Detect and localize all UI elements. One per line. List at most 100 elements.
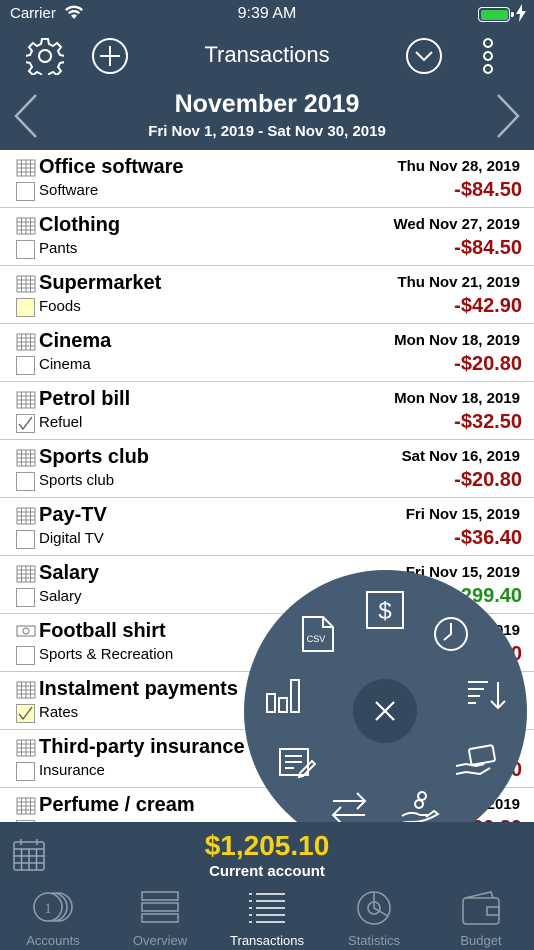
wallet-icon	[462, 891, 500, 925]
month-title: November 2019	[174, 90, 360, 118]
transaction-category: Salary	[39, 588, 82, 605]
transaction-date: Wed Nov 27, 2019	[393, 216, 520, 233]
charging-icon	[516, 4, 526, 22]
tab-budget[interactable]: Budget	[428, 884, 534, 950]
radial-action-menu: $ CSV	[244, 570, 527, 853]
transaction-amount: -$20.80	[454, 353, 522, 375]
transaction-date: Mon Nov 18, 2019	[394, 390, 520, 407]
reconciled-checkbox[interactable]	[16, 588, 35, 607]
transaction-title: Pay-TV	[39, 504, 107, 526]
account-name[interactable]: Current account	[0, 863, 534, 880]
recurring-calendar-icon	[16, 333, 36, 351]
transaction-title: Cinema	[39, 330, 112, 352]
transaction-category: Insurance	[39, 762, 105, 779]
clock-icon[interactable]	[432, 615, 470, 653]
tab-label: Statistics	[347, 933, 400, 948]
transaction-amount: -$36.40	[454, 527, 522, 549]
tab-transactions[interactable]: Transactions	[214, 884, 320, 950]
reconciled-checkbox[interactable]	[16, 356, 35, 375]
date-range: Fri Nov 1, 2019 - Sat Nov 30, 2019	[148, 123, 386, 140]
transaction-title: Petrol bill	[39, 388, 131, 410]
transaction-title: Perfume / cream	[39, 794, 195, 816]
transaction-category: Sports club	[39, 472, 115, 489]
reconciled-checkbox[interactable]	[16, 298, 35, 317]
transaction-row[interactable]: Office software Software Thu Nov 28, 2019 -…	[0, 150, 534, 208]
transaction-amount: -$84.50	[454, 237, 522, 259]
reconciled-checkbox[interactable]	[16, 646, 35, 665]
transaction-category: Pants	[39, 240, 78, 257]
checkmark-icon	[18, 706, 33, 721]
recurring-calendar-icon	[16, 391, 36, 409]
checkmark-icon	[18, 416, 33, 431]
chevron-down-icon[interactable]	[405, 37, 443, 75]
reconciled-checkbox[interactable]	[16, 472, 35, 491]
transaction-category: Sports & Recreation	[39, 646, 174, 663]
transaction-title: Third-party insurance	[39, 736, 245, 758]
recurring-calendar-icon	[16, 159, 36, 177]
transaction-row[interactable]: Sports club Sports club Sat Nov 16, 2019 -$…	[0, 440, 534, 498]
tab-bar: 1 Accounts Overview Transactions Statist…	[0, 884, 534, 950]
transaction-title: Clothing	[39, 214, 121, 236]
dollar-label: $	[378, 598, 391, 625]
transaction-date: Fri Nov 15, 2019	[405, 506, 520, 523]
edit-document-icon[interactable]	[278, 745, 316, 783]
reconciled-checkbox[interactable]	[16, 704, 35, 723]
recurring-calendar-icon	[16, 449, 36, 467]
dollar-document-icon[interactable]: $	[365, 590, 405, 630]
transaction-amount: -$84.50	[454, 179, 522, 201]
battery-icon	[478, 7, 514, 22]
transaction-amount: -$20.80	[454, 469, 522, 491]
recurring-calendar-icon	[16, 217, 36, 235]
transaction-amount: -$42.90	[454, 295, 522, 317]
transaction-category: Cinema	[39, 356, 91, 373]
transaction-category: Rates	[39, 704, 79, 721]
nav-bar: Transactions November 2019 Fri Nov 1, 20…	[0, 28, 534, 150]
transaction-date: Thu Nov 21, 2019	[397, 274, 520, 291]
recurring-calendar-icon	[16, 275, 36, 293]
transaction-row[interactable]: Clothing Pants Wed Nov 27, 2019 -$84.50	[0, 208, 534, 266]
page-title: Transactions	[204, 42, 330, 67]
csv-label: CSV	[307, 634, 326, 644]
transaction-date: Mon Nov 18, 2019	[394, 332, 520, 349]
status-bar: Carrier 9:39 AM	[0, 0, 534, 28]
tab-label: Budget	[460, 933, 502, 948]
clock: 9:39 AM	[237, 5, 297, 22]
reconciled-checkbox[interactable]	[16, 240, 35, 259]
transaction-title: Football shirt	[39, 620, 166, 642]
recurring-calendar-icon	[16, 797, 36, 815]
bar-chart-icon[interactable]	[264, 676, 302, 714]
overview-list-icon	[141, 891, 179, 923]
pie-chart-icon	[357, 891, 391, 925]
transaction-row[interactable]: Supermarket Foods Thu Nov 21, 2019 -$42.90	[0, 266, 534, 324]
reconciled-checkbox[interactable]	[16, 414, 35, 433]
close-icon	[375, 701, 395, 721]
tab-label: Overview	[132, 933, 188, 948]
more-options-icon[interactable]	[478, 37, 498, 75]
close-menu-button[interactable]	[353, 679, 417, 743]
tab-statistics[interactable]: Statistics	[321, 884, 427, 950]
transactions-list-icon	[249, 893, 285, 923]
transaction-category: Software	[39, 182, 99, 199]
reconciled-checkbox[interactable]	[16, 182, 35, 201]
card-payment-icon[interactable]	[454, 744, 496, 780]
transaction-date: Thu Nov 28, 2019	[397, 158, 520, 175]
transaction-category: Foods	[39, 298, 81, 315]
footer: $1,205.10 Current account 1 Accounts Ove…	[0, 822, 534, 950]
reconciled-checkbox[interactable]	[16, 762, 35, 781]
transaction-title: Sports club	[39, 446, 150, 468]
transaction-title: Supermarket	[39, 272, 162, 294]
reconciled-checkbox[interactable]	[16, 530, 35, 549]
sort-descending-icon[interactable]	[466, 676, 506, 714]
transaction-category: Refuel	[39, 414, 83, 431]
csv-export-icon[interactable]: CSV	[301, 615, 335, 653]
next-month-icon[interactable]	[494, 92, 522, 140]
transaction-row[interactable]: Cinema Cinema Mon Nov 18, 2019 -$20.80	[0, 324, 534, 382]
transaction-title: Instalment payments	[39, 678, 238, 700]
transaction-row[interactable]: Pay-TV Digital TV Fri Nov 15, 2019 -$36.40	[0, 498, 534, 556]
transaction-date: Sat Nov 16, 2019	[401, 448, 520, 465]
tab-overview[interactable]: Overview	[107, 884, 213, 950]
tab-accounts[interactable]: 1 Accounts	[0, 884, 106, 950]
transaction-row[interactable]: Petrol bill Refuel Mon Nov 18, 2019 -$32.50	[0, 382, 534, 440]
coins-icon: 1	[33, 892, 73, 922]
svg-text:1: 1	[44, 901, 52, 917]
